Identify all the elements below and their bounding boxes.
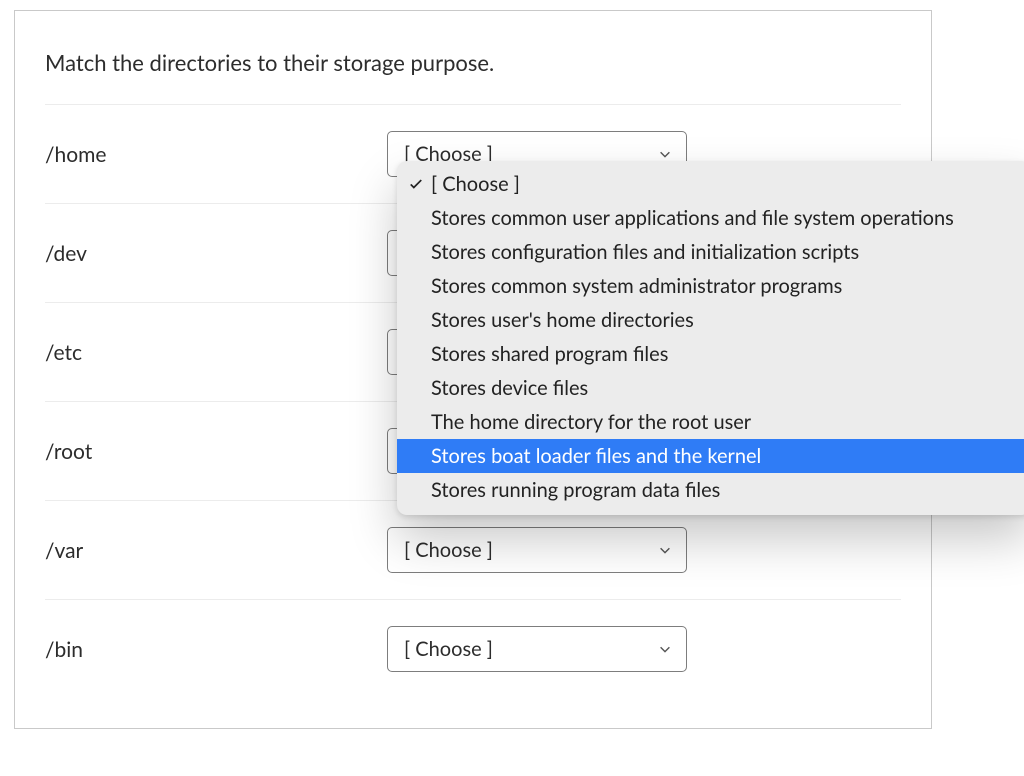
dropdown-option-label: The home directory for the root user: [431, 408, 751, 436]
dropdown-option-label: [ Choose ]: [431, 170, 520, 198]
directory-label: /var: [45, 538, 387, 563]
choose-select[interactable]: [ Choose ]: [387, 626, 687, 672]
question-card: Match the directories to their storage p…: [14, 10, 932, 729]
dropdown-option-label: Stores boat loader files and the kernel: [431, 442, 761, 470]
dropdown-option[interactable]: Stores configuration files and initializ…: [397, 235, 1024, 269]
dropdown-option[interactable]: Stores shared program files: [397, 337, 1024, 371]
dropdown-option-label: Stores common user applications and file…: [431, 204, 954, 232]
dropdown-option[interactable]: Stores running program data files: [397, 473, 1024, 507]
dropdown-option-label: Stores running program data files: [431, 476, 720, 504]
chevron-down-icon: [658, 642, 672, 656]
check-icon: [409, 177, 431, 191]
dropdown-option[interactable]: [ Choose ]: [397, 167, 1024, 201]
directory-label: /bin: [45, 637, 387, 662]
directory-label: /root: [45, 439, 387, 464]
dropdown-option-label: Stores user's home directories: [431, 306, 694, 334]
dropdown-option-label: Stores common system administrator progr…: [431, 272, 842, 300]
select-value: [ Choose ]: [404, 637, 493, 661]
dropdown-option-label: Stores device files: [431, 374, 588, 402]
dropdown-option-label: Stores configuration files and initializ…: [431, 238, 859, 266]
choose-select[interactable]: [ Choose ]: [387, 527, 687, 573]
question-prompt: Match the directories to their storage p…: [45, 49, 901, 76]
directory-label: /dev: [45, 241, 387, 266]
directory-label: /home: [45, 142, 387, 167]
matching-row: /bin [ Choose ]: [45, 599, 901, 698]
dropdown-option[interactable]: Stores boat loader files and the kernel: [397, 439, 1024, 473]
dropdown-option[interactable]: Stores user's home directories: [397, 303, 1024, 337]
dropdown-option-label: Stores shared program files: [431, 340, 668, 368]
dropdown-option[interactable]: Stores common user applications and file…: [397, 201, 1024, 235]
dropdown-option[interactable]: Stores device files: [397, 371, 1024, 405]
select-value: [ Choose ]: [404, 538, 493, 562]
dropdown-option[interactable]: Stores common system administrator progr…: [397, 269, 1024, 303]
chevron-down-icon: [658, 543, 672, 557]
directory-label: /etc: [45, 340, 387, 365]
dropdown-option[interactable]: The home directory for the root user: [397, 405, 1024, 439]
chevron-down-icon: [658, 147, 672, 161]
dropdown-menu[interactable]: [ Choose ] Stores common user application…: [397, 161, 1024, 515]
